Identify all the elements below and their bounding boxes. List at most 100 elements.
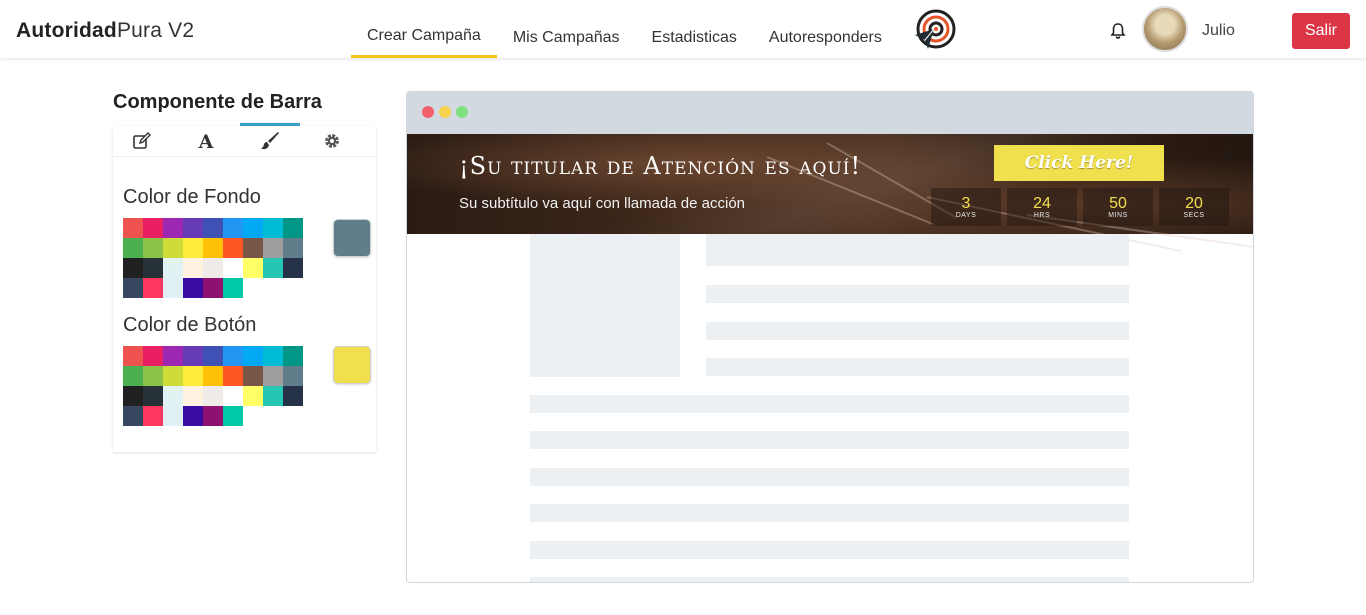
color-swatch[interactable]: [143, 238, 163, 258]
color-swatch[interactable]: [123, 346, 143, 366]
bell-icon[interactable]: [1109, 22, 1127, 40]
bar-subtitle: Su subtítulo va aquí con llamada de acci…: [459, 195, 746, 212]
color-swatch[interactable]: [143, 278, 163, 298]
background-color-preview[interactable]: [333, 219, 371, 257]
color-swatch[interactable]: [123, 406, 143, 426]
color-swatch[interactable]: [143, 366, 163, 386]
color-swatch[interactable]: [203, 218, 223, 238]
color-swatch[interactable]: [143, 406, 163, 426]
color-swatch[interactable]: [123, 386, 143, 406]
color-swatch[interactable]: [143, 346, 163, 366]
user-name[interactable]: Julio: [1202, 22, 1235, 40]
color-swatch[interactable]: [203, 278, 223, 298]
countdown-hours: 24 HRS: [1007, 188, 1077, 226]
placeholder-line: [530, 577, 1129, 582]
avatar[interactable]: [1142, 6, 1188, 52]
color-swatch[interactable]: [283, 386, 303, 406]
target-arrow-logo-icon[interactable]: [912, 9, 956, 53]
color-swatch[interactable]: [163, 238, 183, 258]
color-swatch[interactable]: [283, 258, 303, 278]
tab-settings[interactable]: [309, 126, 355, 156]
tab-typography[interactable]: A: [183, 126, 229, 156]
color-swatch[interactable]: [123, 238, 143, 258]
color-swatch[interactable]: [223, 386, 243, 406]
edit-icon: [133, 132, 151, 149]
color-swatch[interactable]: [163, 278, 183, 298]
color-swatch[interactable]: [143, 386, 163, 406]
countdown-value: 20: [1185, 195, 1203, 212]
placeholder-line: [706, 322, 1129, 340]
color-swatch[interactable]: [243, 346, 263, 366]
color-swatch[interactable]: [263, 386, 283, 406]
color-swatch[interactable]: [163, 346, 183, 366]
color-swatch[interactable]: [263, 218, 283, 238]
color-swatch[interactable]: [283, 366, 303, 386]
color-swatch[interactable]: [163, 258, 183, 278]
color-swatch[interactable]: [183, 366, 203, 386]
color-swatch[interactable]: [203, 346, 223, 366]
color-swatch[interactable]: [183, 258, 203, 278]
color-swatch[interactable]: [123, 366, 143, 386]
color-swatch[interactable]: [263, 346, 283, 366]
color-swatch[interactable]: [163, 218, 183, 238]
color-swatch[interactable]: [183, 346, 203, 366]
color-swatch[interactable]: [223, 406, 243, 426]
window-dot-green: [456, 106, 468, 118]
brand-logo[interactable]: AutoridadPura V2: [16, 19, 194, 43]
color-swatch[interactable]: [243, 238, 263, 258]
color-swatch[interactable]: [203, 386, 223, 406]
bar-cta-button[interactable]: Click Here!: [994, 145, 1164, 181]
color-swatch[interactable]: [143, 258, 163, 278]
color-swatch[interactable]: [283, 218, 303, 238]
color-swatch[interactable]: [223, 238, 243, 258]
color-swatch[interactable]: [223, 278, 243, 298]
color-swatch[interactable]: [223, 346, 243, 366]
color-swatch[interactable]: [203, 238, 223, 258]
countdown-minutes: 50 MINS: [1083, 188, 1153, 226]
color-swatch[interactable]: [243, 366, 263, 386]
color-swatch[interactable]: [183, 218, 203, 238]
nav-estadisticas[interactable]: Estadisticas: [636, 0, 753, 58]
color-swatch[interactable]: [263, 258, 283, 278]
brand-name-light: Pura V2: [116, 19, 195, 42]
color-swatch[interactable]: [163, 366, 183, 386]
color-swatch[interactable]: [183, 278, 203, 298]
close-icon[interactable]: ×: [1222, 146, 1233, 164]
nav-crear-campana[interactable]: Crear Campaña: [351, 0, 497, 58]
color-swatch[interactable]: [243, 218, 263, 238]
color-swatch[interactable]: [163, 386, 183, 406]
nav-mis-campanas[interactable]: Mis Campañas: [497, 0, 636, 58]
placeholder-line: [530, 431, 1129, 449]
nav-autoresponders[interactable]: Autoresponders: [753, 0, 898, 58]
logout-button[interactable]: Salir: [1292, 13, 1350, 49]
color-swatch[interactable]: [123, 218, 143, 238]
color-swatch[interactable]: [143, 218, 163, 238]
color-swatch[interactable]: [263, 366, 283, 386]
color-swatch[interactable]: [243, 386, 263, 406]
color-swatch[interactable]: [223, 366, 243, 386]
color-swatch[interactable]: [203, 258, 223, 278]
color-swatch[interactable]: [183, 238, 203, 258]
color-swatch[interactable]: [223, 218, 243, 238]
color-swatch[interactable]: [203, 406, 223, 426]
tab-colors[interactable]: [240, 123, 300, 156]
color-swatch[interactable]: [123, 258, 143, 278]
color-swatch[interactable]: [223, 258, 243, 278]
color-swatch[interactable]: [163, 406, 183, 426]
top-navbar: AutoridadPura V2 Crear Campaña Mis Campa…: [0, 0, 1366, 58]
panel-title: Componente de Barra: [113, 91, 322, 113]
button-color-preview[interactable]: [333, 346, 371, 384]
color-swatch[interactable]: [263, 238, 283, 258]
tab-content[interactable]: [119, 126, 165, 156]
color-swatch[interactable]: [283, 238, 303, 258]
color-swatch[interactable]: [183, 386, 203, 406]
window-dot-red: [422, 106, 434, 118]
color-swatch[interactable]: [123, 278, 143, 298]
color-swatch[interactable]: [183, 406, 203, 426]
countdown-days: 3 DAYS: [931, 188, 1001, 226]
placeholder-line: [530, 395, 1129, 413]
button-color-label: Color de Botón: [123, 314, 257, 336]
color-swatch[interactable]: [283, 346, 303, 366]
color-swatch[interactable]: [243, 258, 263, 278]
color-swatch[interactable]: [203, 366, 223, 386]
